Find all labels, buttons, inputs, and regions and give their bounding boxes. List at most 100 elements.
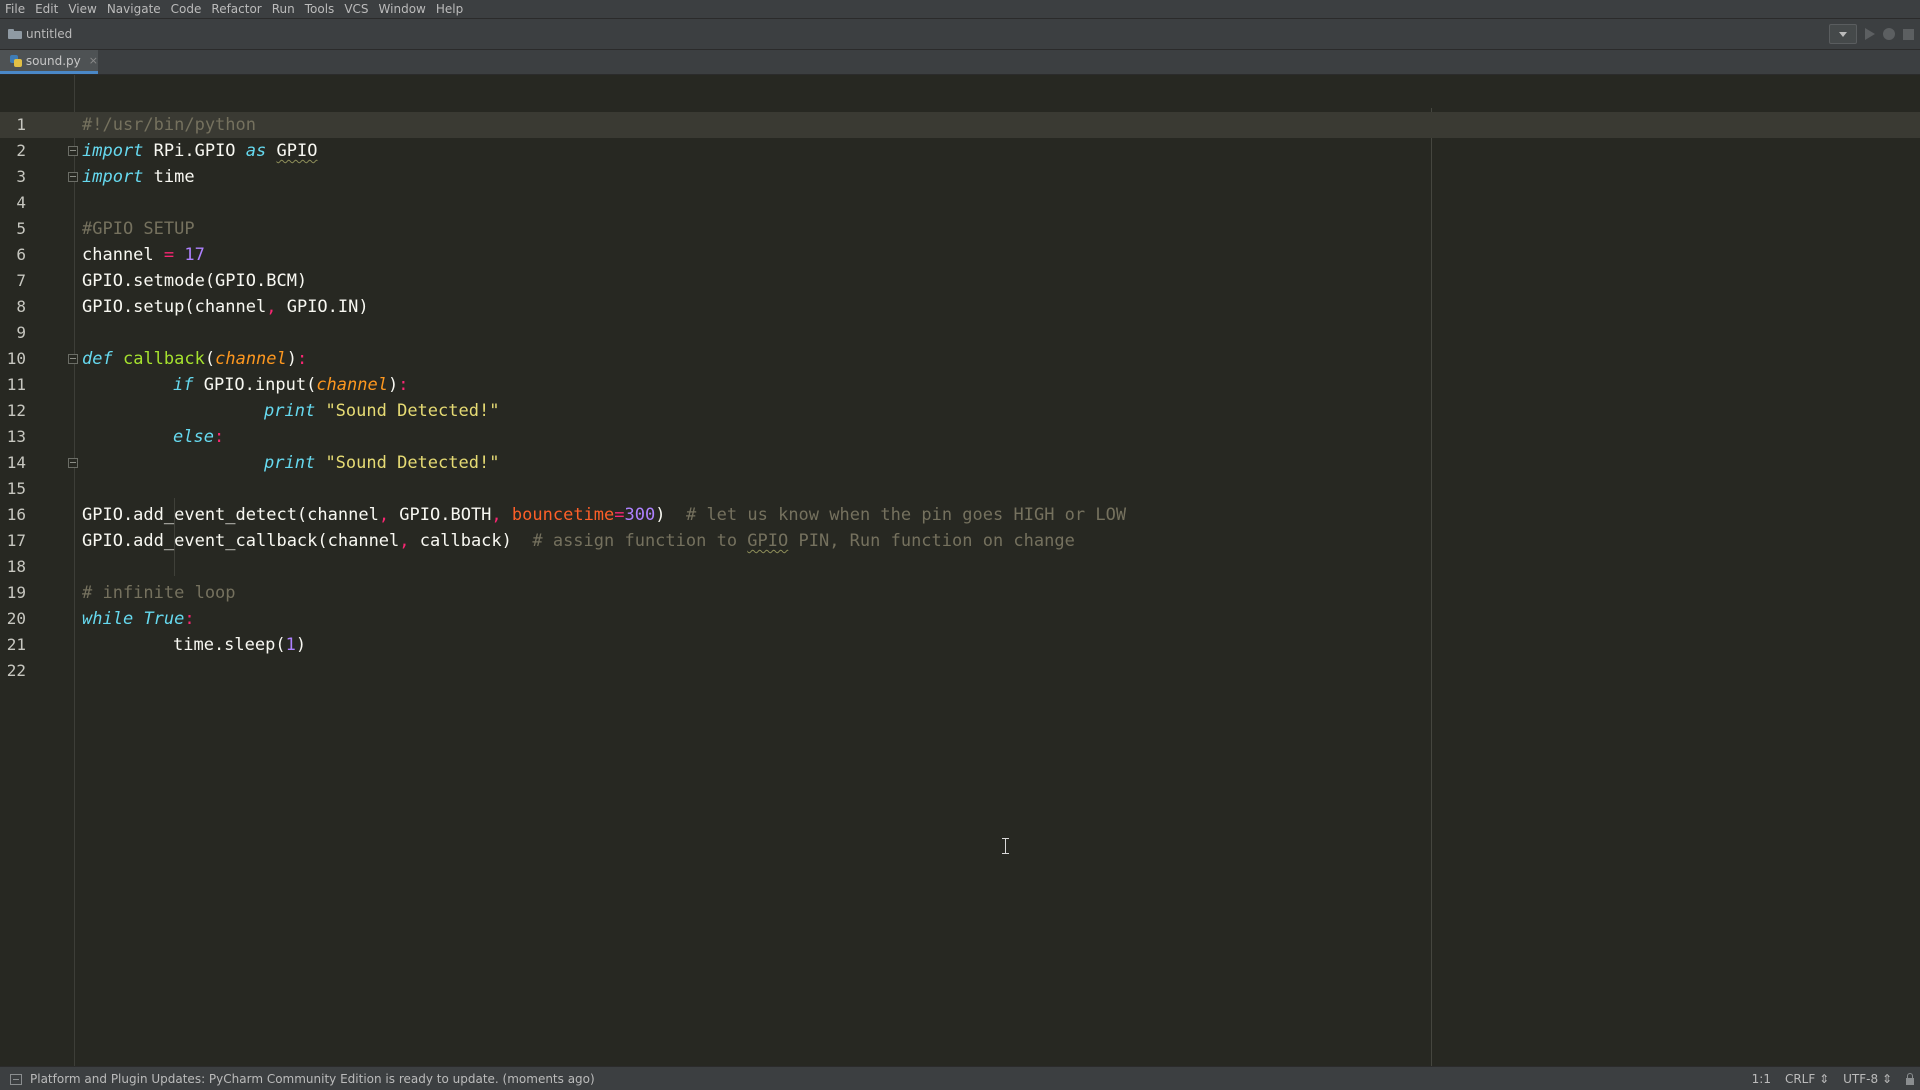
menu-code[interactable]: Code	[166, 0, 207, 18]
code-line[interactable]: 2 import RPi.GPIO as GPIO	[0, 138, 1920, 164]
menu-view[interactable]: View	[63, 0, 101, 18]
menu-window[interactable]: Window	[374, 0, 431, 18]
run-configuration-dropdown[interactable]	[1829, 24, 1857, 44]
code-token: PIN, Run function on change	[788, 531, 1075, 551]
file-encoding-label: UTF-8	[1843, 1072, 1879, 1086]
close-icon[interactable]: ×	[89, 54, 98, 67]
code-token: bouncetime	[511, 505, 615, 525]
folder-icon	[8, 29, 22, 39]
line-number: 12	[6, 401, 26, 420]
line-separator-label: CRLF	[1784, 1072, 1816, 1086]
line-number: 7	[16, 271, 26, 290]
code-line[interactable]: 5 #GPIO SETUP	[0, 216, 1920, 242]
line-separator[interactable]: CRLF ⇕	[1785, 1072, 1829, 1086]
menu-refactor[interactable]: Refactor	[206, 0, 266, 18]
python-file-icon	[10, 54, 22, 67]
breadcrumb-project[interactable]: untitled	[8, 24, 72, 44]
code-editor[interactable]: 1 #!/usr/bin/python 2 import RPi.GPIO as GP…	[0, 108, 1920, 1066]
code-token: ,	[378, 505, 390, 525]
code-token: channel	[82, 245, 164, 265]
lock-icon[interactable]	[1906, 1072, 1914, 1085]
menu-bar: File Edit View Navigate Code Refactor Ru…	[0, 0, 1920, 19]
code-text: time.sleep(1)	[173, 632, 306, 658]
line-number: 16	[6, 505, 26, 524]
pycharm-window: File Edit View Navigate Code Refactor Ru…	[0, 0, 1920, 1090]
mouse-ibeam-cursor	[1002, 838, 1010, 854]
code-token: GPIO.setup(channel	[82, 297, 267, 317]
code-token: if	[173, 375, 194, 395]
menu-navigate[interactable]: Navigate	[102, 0, 166, 18]
status-message[interactable]: Platform and Plugin Updates: PyCharm Com…	[30, 1072, 595, 1086]
code-line[interactable]: 3 import time	[0, 164, 1920, 190]
code-token: print	[264, 401, 316, 421]
code-token: # assign function to	[532, 531, 748, 551]
menu-file[interactable]: File	[0, 0, 30, 18]
code-line[interactable]: 14 print "Sound Detected!"	[0, 450, 1920, 476]
editor-top-padding	[0, 75, 1920, 108]
code-token: =	[614, 505, 625, 525]
code-token: :	[184, 609, 195, 629]
code-token: GPIO.input(	[193, 375, 317, 395]
code-line[interactable]: 13 else:	[0, 424, 1920, 450]
menu-tools[interactable]: Tools	[300, 0, 340, 18]
code-text: import time	[82, 164, 195, 190]
code-token: time	[143, 167, 195, 187]
code-line[interactable]: 1 #!/usr/bin/python	[0, 112, 1920, 138]
code-line[interactable]: 19 # infinite loop	[0, 580, 1920, 606]
debug-icon[interactable]	[1883, 28, 1895, 40]
code-line[interactable]: 7 GPIO.setmode(GPIO.BCM)	[0, 268, 1920, 294]
fold-marker-icon[interactable]	[68, 172, 78, 182]
menu-vcs[interactable]: VCS	[339, 0, 373, 18]
code-line[interactable]: 21 time.sleep(1)	[0, 632, 1920, 658]
code-token: #!/usr/bin/python	[82, 115, 256, 135]
code-text: print "Sound Detected!"	[264, 398, 499, 424]
code-text: def callback(channel):	[82, 346, 307, 372]
code-line[interactable]: 11 if GPIO.input(channel):	[0, 372, 1920, 398]
code-line[interactable]: 20 while True:	[0, 606, 1920, 632]
code-line[interactable]: 17 GPIO.add_event_callback(channel, callb…	[0, 528, 1920, 554]
menu-edit[interactable]: Edit	[30, 0, 63, 18]
code-token: :	[213, 427, 225, 447]
line-number: 2	[16, 141, 26, 160]
code-line[interactable]: 8 GPIO.setup(channel, GPIO.IN)	[0, 294, 1920, 320]
menu-run[interactable]: Run	[267, 0, 300, 18]
code-token: as	[245, 141, 267, 161]
code-line[interactable]: 9	[0, 320, 1920, 346]
code-line[interactable]: 10 def callback(channel):	[0, 346, 1920, 372]
menu-help[interactable]: Help	[431, 0, 468, 18]
fold-marker-icon[interactable]	[68, 458, 78, 468]
code-token: ,	[491, 505, 502, 525]
fold-marker-icon[interactable]	[68, 146, 78, 156]
line-number: 11	[6, 375, 26, 394]
fold-marker-icon[interactable]	[68, 354, 78, 364]
event-log-icon[interactable]	[10, 1073, 22, 1085]
line-number: 21	[6, 635, 26, 654]
line-number: 6	[16, 245, 26, 264]
tab-sound-py[interactable]: sound.py ×	[0, 50, 98, 74]
stop-icon[interactable]	[1903, 28, 1914, 40]
code-line[interactable]: 6 channel = 17	[0, 242, 1920, 268]
code-token: while	[82, 609, 134, 629]
run-icon[interactable]	[1865, 28, 1875, 40]
code-line[interactable]: 16 GPIO.add_event_detect(channel, GPIO.BO…	[0, 502, 1920, 528]
code-token: RPi.GPIO	[143, 141, 246, 161]
code-token: channel	[316, 375, 388, 395]
code-token: callback)	[409, 531, 533, 551]
line-number: 10	[6, 349, 26, 368]
code-line[interactable]: 15	[0, 476, 1920, 502]
code-token: :	[297, 349, 308, 369]
code-text: GPIO.add_event_callback(channel, callbac…	[82, 528, 1075, 554]
caret-position[interactable]: 1:1	[1752, 1072, 1771, 1086]
code-line[interactable]: 4	[0, 190, 1920, 216]
code-line[interactable]: 18	[0, 554, 1920, 580]
code-line[interactable]: 12 print "Sound Detected!"	[0, 398, 1920, 424]
code-token: 300	[624, 505, 656, 525]
chevron-down-icon	[1839, 31, 1847, 37]
line-number: 1	[16, 115, 26, 134]
file-encoding[interactable]: UTF-8 ⇕	[1843, 1072, 1892, 1086]
code-line[interactable]: 22	[0, 658, 1920, 684]
